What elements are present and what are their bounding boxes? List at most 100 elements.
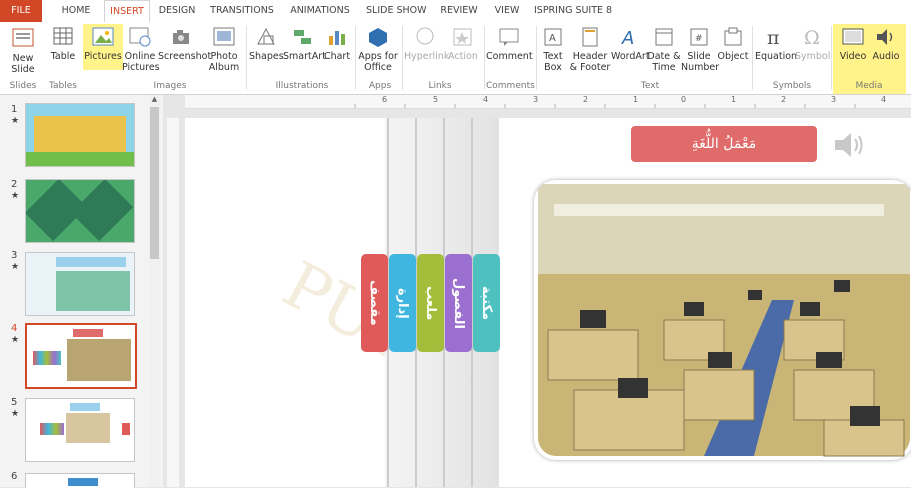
chart-icon <box>329 31 345 45</box>
date-time-button[interactable]: Date & Time <box>647 24 681 73</box>
group-label-apps: Apps <box>368 81 392 91</box>
photo-album-button[interactable]: Photo Album <box>206 24 242 73</box>
audio-button[interactable]: Audio <box>870 24 902 62</box>
comment-button[interactable]: Comment <box>486 24 533 62</box>
calendar-icon <box>655 28 673 46</box>
svg-text:#: # <box>695 34 703 44</box>
table-icon <box>53 27 73 45</box>
computer-lab-image <box>538 184 910 457</box>
tab-administration[interactable]: إدارة <box>389 254 416 352</box>
object-icon <box>724 27 742 46</box>
hyperlink-button[interactable]: Hyperlink <box>404 24 449 62</box>
ruler-label: 2 <box>583 95 589 104</box>
group-label-links: Links <box>428 81 452 91</box>
hyperlink-icon <box>416 27 434 45</box>
photo-album-icon <box>213 27 235 46</box>
tab-classrooms[interactable]: الفصول <box>445 254 472 352</box>
vertical-ruler <box>167 118 179 487</box>
thumbnail-scrollbar[interactable]: ▲ <box>149 95 160 487</box>
ruler-label: 6 <box>382 95 388 104</box>
shapes-button[interactable]: Shapes <box>249 24 284 62</box>
speaker-icon[interactable] <box>833 130 867 163</box>
smartart-button[interactable]: SmartArt <box>283 24 326 62</box>
tab-playground[interactable]: ملعب <box>417 254 444 352</box>
language-lab-photo[interactable] <box>534 180 911 460</box>
apps-for-office-button[interactable]: Apps for Office <box>358 24 398 73</box>
tab-canteen[interactable]: مقصف <box>361 254 388 352</box>
tab-slide-show[interactable]: SLIDE SHOW <box>366 0 427 22</box>
tab-ispring-suite[interactable]: ISPRING SUITE 8 <box>534 0 612 22</box>
group-separator <box>752 26 753 90</box>
svg-text:A: A <box>549 33 556 44</box>
ribbon-insert: New Slide Table Pictures Online Pictures… <box>0 22 911 95</box>
tab-file[interactable]: FILE <box>0 0 42 22</box>
tab-view[interactable]: VIEW <box>492 0 522 22</box>
slide-title[interactable]: مَعْمَلُ اللُّغَةِ <box>631 126 817 162</box>
group-separator <box>536 26 537 90</box>
tab-review[interactable]: REVIEW <box>438 0 480 22</box>
ruler-label: 0 <box>681 95 687 104</box>
screenshot-button[interactable]: Screenshot <box>158 24 211 62</box>
tab-library[interactable]: مكتبة <box>473 254 500 352</box>
tab-transitions[interactable]: TRANSITIONS <box>208 0 276 22</box>
wordart-button[interactable]: A WordArt <box>611 24 650 62</box>
speaker-icon <box>877 29 893 45</box>
group-separator <box>402 26 403 90</box>
slide-thumbnail-3[interactable] <box>25 252 135 316</box>
smartart-icon <box>294 30 311 44</box>
animation-star-icon: ★ <box>11 409 20 419</box>
animation-star-icon: ★ <box>11 191 20 201</box>
header-footer-icon <box>582 27 598 47</box>
svg-text:π: π <box>767 27 780 48</box>
slide-number-button[interactable]: # Slide Number <box>681 24 719 73</box>
slide-thumbnail-1[interactable] <box>25 103 135 167</box>
omega-icon: Ω <box>804 27 820 48</box>
ruler-label: 4 <box>881 95 887 104</box>
ruler-label: 4 <box>483 95 489 104</box>
slide-number-label: 1 <box>11 104 18 115</box>
group-separator <box>831 26 832 90</box>
text-box-button[interactable]: A Text Box <box>539 24 567 73</box>
horizontal-ruler: 6 5 4 3 2 1 0 1 2 3 4 <box>185 95 911 109</box>
group-label-comments: Comments <box>486 81 535 91</box>
tab-home[interactable]: HOME <box>58 0 94 22</box>
slide-number-icon: # <box>690 28 708 46</box>
shapes-icon <box>257 27 275 45</box>
chart-button[interactable]: Chart <box>323 24 351 62</box>
pictures-button[interactable]: Pictures <box>84 24 122 62</box>
table-button[interactable]: Table <box>46 24 80 62</box>
ruler-label: 3 <box>533 95 539 104</box>
animation-star-icon: ★ <box>11 335 20 345</box>
ruler-label: 5 <box>433 95 439 104</box>
slide-number-label: 4 <box>11 323 18 334</box>
online-pictures-button[interactable]: Online Pictures <box>122 24 160 73</box>
tab-animations[interactable]: ANIMATIONS <box>288 0 352 22</box>
text-box-icon: A <box>544 28 562 46</box>
scroll-thumb[interactable] <box>150 107 159 259</box>
video-icon <box>842 28 864 45</box>
tab-insert[interactable]: INSERT <box>104 0 150 23</box>
equation-button[interactable]: π Equation <box>755 24 797 62</box>
group-separator <box>246 26 247 90</box>
slide-thumbnail-4-selected[interactable] <box>25 323 137 389</box>
slide-thumbnail-2[interactable] <box>25 179 135 243</box>
slide-thumbnail-5[interactable] <box>25 398 135 462</box>
symbol-button[interactable]: Ω Symbol <box>795 24 830 62</box>
slide-thumbnail-6[interactable] <box>25 473 135 488</box>
ruler-ticks <box>354 104 856 108</box>
slide-number-label: 3 <box>11 250 18 261</box>
ruler-label: 2 <box>781 95 787 104</box>
object-button[interactable]: Object <box>717 24 749 62</box>
new-slide-button[interactable]: New Slide <box>4 24 42 75</box>
scroll-up-icon[interactable]: ▲ <box>150 95 159 105</box>
action-button[interactable]: Action <box>446 24 480 62</box>
pi-icon: π <box>767 27 780 48</box>
video-button[interactable]: Video <box>836 24 870 62</box>
group-separator <box>484 26 485 90</box>
ribbon-tab-bar: FILE HOME INSERT DESIGN TRANSITIONS ANIM… <box>0 0 911 23</box>
slide-number-label: 6 <box>11 471 18 482</box>
comment-icon <box>499 28 519 46</box>
slide-canvas[interactable]: PUSKA مقصف إدارة ملعب الفصول مكتبة مَعْم… <box>185 118 911 487</box>
tab-design[interactable]: DESIGN <box>158 0 196 22</box>
header-footer-button[interactable]: Header & Footer <box>569 24 611 73</box>
